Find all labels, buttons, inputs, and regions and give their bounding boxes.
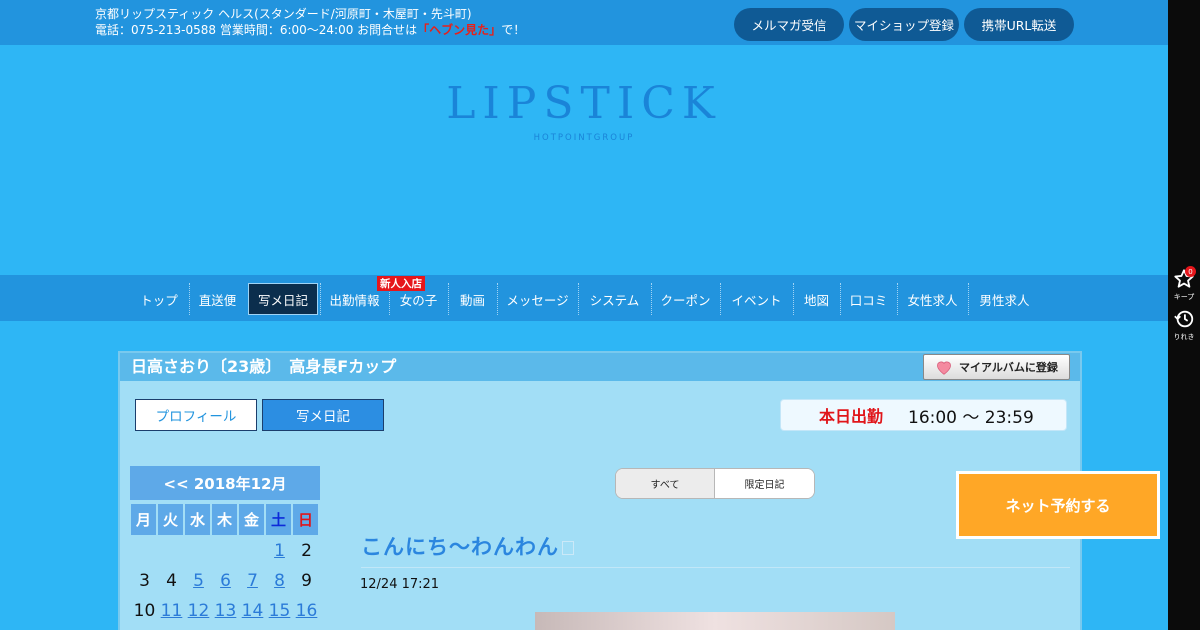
weekday-header-saturday: 土 [266,504,291,535]
nav-item-female-jobs[interactable]: 女性求人 [897,283,967,315]
emoji-box-icon [562,541,574,555]
nav-item-direct[interactable]: 直送便 [189,283,245,315]
diary-post-title-text: こんにち～わんわん [361,535,559,559]
history-label: りれき [1173,333,1195,341]
nav-item-coupon[interactable]: クーポン [651,283,719,315]
nav-item-photo-diary[interactable]: 写メ日記 [248,283,318,315]
contact-suffix: で！ [501,23,526,37]
contact-text: 電話：075-213-0588 営業時間：6:00～24:00 お問合せは [95,23,418,37]
calendar-header[interactable]: << 2018年12月 [130,466,320,500]
add-to-album-label: マイアルバムに登録 [959,361,1058,374]
shop-info: 京都リップスティック ヘルス(スタンダード/河原町・木屋町・先斗町) 電話：07… [95,6,525,38]
calendar-day[interactable]: 5 [185,568,212,594]
nav-item-reviews[interactable]: 口コミ [840,283,896,315]
tab-profile[interactable]: プロフィール [135,399,257,431]
today-schedule-time: 16:00 ～ 23:59 [908,407,1034,428]
heart-icon [937,361,951,375]
mail-magazine-button[interactable]: メルマガ受信 [734,8,844,41]
my-shop-register-button[interactable]: マイショップ登録 [849,8,959,41]
diary-post-title[interactable]: こんにち～わんわん [361,531,574,561]
side-widget: キープ りれき [1168,0,1200,630]
main-nav: トップ 直送便 写メ日記 出勤情報 女の子 動画 メッセージ システム クーポン… [0,275,1168,321]
new-arrival-badge: 新人入店 [377,276,425,291]
calendar-day: 2 [301,541,312,561]
calendar-day[interactable]: 13 [212,598,239,624]
tab-photo-diary[interactable]: 写メ日記 [262,399,384,431]
site-logo-subtitle: HOTPOINTGROUP [533,133,635,143]
keep-label: キープ [1173,293,1195,301]
nav-item-male-jobs[interactable]: 男性求人 [968,283,1040,315]
nav-item-event[interactable]: イベント [720,283,792,315]
weekday-header: 水 [185,504,210,535]
diary-filter: すべて 限定日記 [615,468,815,499]
divider [361,567,1070,568]
calendar-day[interactable]: 11 [158,598,185,624]
nav-item-map[interactable]: 地図 [793,283,839,315]
shop-contact: 電話：075-213-0588 営業時間：6:00～24:00 お問合せは「ヘブ… [95,22,525,38]
nav-item-top[interactable]: トップ [133,283,185,315]
diary-post-image[interactable] [535,612,895,630]
calendar-day: 4 [166,571,177,591]
nav-item-message[interactable]: メッセージ [497,283,577,315]
site-logo[interactable]: LIPSTICK [0,80,1168,128]
today-schedule-label: 本日出勤 [819,407,884,426]
shop-name: 京都リップスティック ヘルス(スタンダード/河原町・木屋町・先斗町) [95,7,472,21]
filter-all-button[interactable]: すべて [616,469,715,498]
history-icon[interactable] [1173,308,1195,330]
weekday-header-sunday: 日 [293,504,318,535]
weekday-header: 金 [239,504,264,535]
today-schedule: 本日出勤 16:00 ～ 23:59 [780,399,1067,431]
girl-name-title: 日高さおり〔23歳〕 高身長Fカップ [131,357,397,376]
calendar-day[interactable]: 15 [266,598,293,624]
weekday-header: 木 [212,504,237,535]
add-to-album-button[interactable]: マイアルバムに登録 [923,354,1070,380]
calendar-day[interactable]: 8 [266,568,293,594]
net-reserve-button[interactable]: ネット予約する [956,471,1160,539]
mobile-url-transfer-button[interactable]: 携帯URL転送 [964,8,1074,41]
weekday-header: 月 [131,504,156,535]
diary-post-date: 12/24 17:21 [360,577,440,592]
keep-count-badge: 0 [1185,266,1196,277]
calendar-day[interactable]: 14 [239,598,266,624]
calendar-day: 10 [133,601,156,621]
calendar-day[interactable]: 16 [293,598,320,624]
calendar-day[interactable]: 1 [266,538,293,564]
filter-limited-button[interactable]: 限定日記 [715,469,814,498]
calendar-day[interactable]: 12 [185,598,212,624]
weekday-header: 火 [158,504,183,535]
calendar-day[interactable]: 6 [212,568,239,594]
calendar-day[interactable]: 7 [239,568,266,594]
calendar-day: 9 [301,571,312,591]
nav-item-system[interactable]: システム [578,283,650,315]
calendar-day: 3 [139,571,150,591]
contact-phrase: 「ヘブン見た」 [417,23,502,37]
nav-item-video[interactable]: 動画 [448,283,496,315]
